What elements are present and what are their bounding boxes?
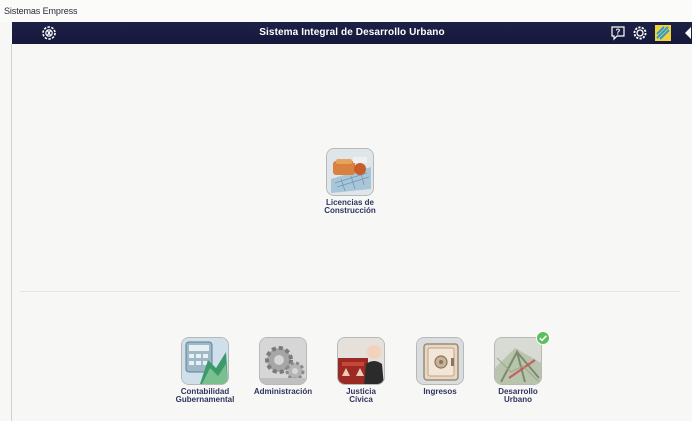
app-label: Justicia Cívica: [346, 387, 376, 404]
app-contabilidad-gubernamental[interactable]: Contabilidad Gubernamental: [165, 337, 245, 404]
collapse-arrow-icon[interactable]: [684, 27, 692, 39]
app-desarrollo-urbano[interactable]: Desarrollo Urbano: [478, 331, 558, 404]
frame-border: [11, 44, 12, 421]
window-titlebar: Sistemas Empress: [0, 0, 692, 22]
app-administracion[interactable]: Administración: [243, 337, 323, 396]
window-title: Sistemas Empress: [4, 6, 78, 16]
app-licencias-construccion[interactable]: Licencias de Construcción: [310, 148, 390, 215]
app-label: Ingresos: [423, 387, 457, 396]
puzzle-icon[interactable]: [655, 25, 671, 41]
gear-icon[interactable]: [631, 24, 649, 42]
section-divider: [20, 291, 680, 292]
app-header: Sistema Integral de Desarrollo Urbano ?: [12, 22, 692, 44]
safe-icon: [416, 337, 464, 385]
app-label: Licencias de Construcción: [324, 198, 376, 215]
justice-icon: [337, 337, 385, 385]
app-label: Desarrollo Urbano: [498, 387, 538, 404]
gears-icon: [259, 337, 307, 385]
app-label: Administración: [253, 387, 313, 396]
svg-text:?: ?: [616, 28, 621, 37]
app-ingresos[interactable]: Ingresos: [400, 337, 480, 396]
calculator-icon: [181, 337, 229, 385]
map-icon: [494, 337, 542, 385]
help-icon[interactable]: ?: [609, 24, 627, 42]
app-title: Sistema Integral de Desarrollo Urbano: [259, 27, 445, 38]
app-label: Contabilidad Gubernamental: [175, 387, 235, 404]
app-justicia-civica[interactable]: Justicia Cívica: [321, 337, 401, 404]
blueprint-icon: [326, 148, 374, 196]
checkmark-icon: [536, 331, 550, 345]
